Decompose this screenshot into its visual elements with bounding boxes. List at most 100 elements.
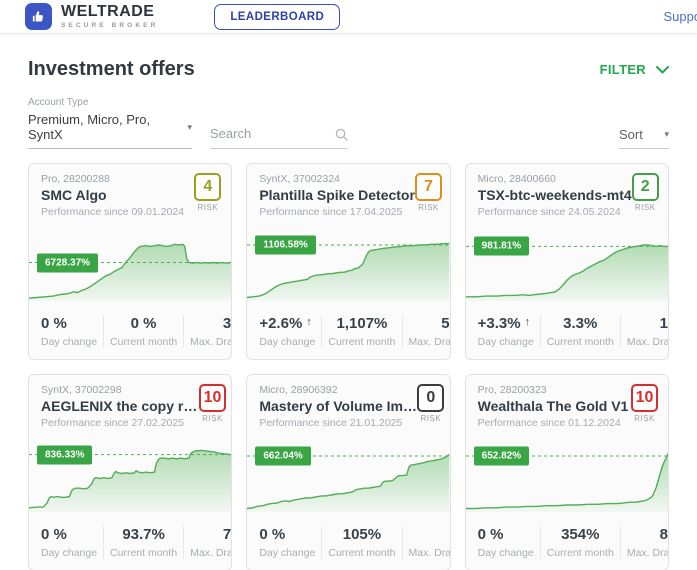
offer-title[interactable]: Mastery of Volume Impulse Fr... xyxy=(259,398,417,414)
risk-indicator: 7 RISK xyxy=(414,173,442,218)
performance-chart: 6728.37% xyxy=(29,231,232,301)
account-type-number: Pro, 28200288 xyxy=(41,173,110,185)
risk-badge: 10 xyxy=(199,384,226,412)
day-change-value: 0 %↑ xyxy=(259,526,286,543)
offer-title[interactable]: Plantilla Spike Detector xyxy=(259,187,415,203)
account-type-number: Micro, 28906392 xyxy=(259,384,338,396)
performance-since: Performance since 09.01.2024 xyxy=(41,206,185,218)
day-change-value: 0 %↑ xyxy=(477,526,504,543)
total-return-chip: 6728.37% xyxy=(37,253,99,272)
account-type-label: Account Type xyxy=(28,97,89,108)
caret-down-icon: ▾ xyxy=(187,121,192,132)
support-link[interactable]: Support xyxy=(663,9,697,24)
total-return-chip: 981.81% xyxy=(473,236,530,256)
risk-indicator: 2 RISK xyxy=(631,173,659,218)
search-icon xyxy=(335,128,348,141)
main-content: Investment offers FILTER Account Type Pr… xyxy=(0,58,697,570)
max-drawdown-value: 85.6% xyxy=(659,526,668,543)
risk-indicator: 0 RISK xyxy=(417,384,445,429)
account-type-number: Pro, 28200323 xyxy=(477,384,547,396)
offer-title[interactable]: AEGLENIX the copy revolution xyxy=(41,398,199,414)
risk-caption: RISK xyxy=(197,203,219,212)
max-drawdown-label: Max. Drawdown xyxy=(408,336,451,348)
risk-badge: 0 xyxy=(417,384,445,412)
max-drawdown-value: 35.4% xyxy=(222,315,232,332)
performance-since: Performance since 27.02.2025 xyxy=(41,417,185,429)
filter-toggle[interactable]: FILTER xyxy=(600,62,669,77)
risk-caption: RISK xyxy=(420,414,442,423)
performance-chart: 981.81% xyxy=(465,231,668,301)
day-change-label: Day change xyxy=(41,547,98,559)
day-change-label: Day change xyxy=(41,336,98,348)
performance-chart: 652.82% xyxy=(465,442,668,512)
page-title: Investment offers xyxy=(28,58,195,80)
current-month-label: Current month xyxy=(546,547,614,559)
brand-logo-icon xyxy=(25,3,52,30)
risk-caption: RISK xyxy=(418,203,439,212)
max-drawdown-label: Max. Drawdown xyxy=(190,547,233,559)
up-arrow-icon: ↑ xyxy=(524,316,531,328)
day-change-label: Day change xyxy=(259,547,316,559)
account-type-value: Premium, Micro, Pro, SyntX xyxy=(28,112,151,142)
account-type-number: SyntX, 37002298 xyxy=(41,384,122,396)
risk-caption: RISK xyxy=(202,414,223,423)
sort-select[interactable]: Sort ▾ xyxy=(619,127,669,149)
brand-logo[interactable]: WELTRADE SECURE BROKER xyxy=(25,3,158,30)
current-month-label: Current month xyxy=(110,336,178,348)
top-bar: WELTRADE SECURE BROKER LEADERBOARD Suppo… xyxy=(0,0,697,34)
offer-card[interactable]: SyntX, 37002298 AEGLENIX the copy revolu… xyxy=(28,374,233,570)
current-month-value: 105% xyxy=(342,526,382,543)
max-drawdown-label: Max. Drawdown xyxy=(626,336,669,348)
offer-card[interactable]: Pro, 28200288 SMC Algo Performance since… xyxy=(28,163,233,360)
current-month-value: 0 % xyxy=(130,315,157,332)
risk-caption: RISK xyxy=(634,414,655,423)
current-month-label: Current month xyxy=(546,336,614,348)
performance-chart: 836.33% xyxy=(29,442,232,512)
account-type-number: Micro, 28400660 xyxy=(477,173,556,185)
current-month-label: Current month xyxy=(110,547,178,559)
offer-title[interactable]: SMC Algo xyxy=(41,187,184,203)
max-drawdown-label: Max. Drawdown xyxy=(408,547,451,559)
risk-caption: RISK xyxy=(634,203,656,212)
brand-name: WELTRADE xyxy=(61,3,155,20)
max-drawdown-label: Max. Drawdown xyxy=(626,547,669,559)
max-drawdown-value: 58.1% xyxy=(441,315,450,332)
current-month-value: 354% xyxy=(561,526,600,543)
offer-title[interactable]: TSX-btc-weekends-mt4 xyxy=(478,187,632,203)
chevron-down-icon xyxy=(656,65,669,74)
day-change-value: +3.3% ↑ xyxy=(477,315,531,332)
account-type-select[interactable]: Account Type Premium, Micro, Pro, SyntX … xyxy=(28,97,192,149)
current-month-label: Current month xyxy=(328,336,396,348)
risk-badge: 7 xyxy=(414,173,442,201)
current-month-value: 93.7% xyxy=(122,526,165,543)
day-change-label: Day change xyxy=(477,547,534,559)
total-return-chip: 662.04% xyxy=(255,446,311,466)
performance-chart: 662.04% xyxy=(247,442,450,512)
offer-title[interactable]: Wealthala The Gold V1 xyxy=(478,398,629,414)
current-month-value: 1,107% xyxy=(336,315,388,332)
risk-indicator: 10 RISK xyxy=(630,384,658,429)
performance-chart: 1106.58% xyxy=(247,231,450,301)
sort-label: Sort xyxy=(619,127,643,142)
total-return-chip: 1106.58% xyxy=(255,235,316,255)
account-type-number: SyntX, 37002324 xyxy=(259,173,340,185)
search-input[interactable] xyxy=(210,122,348,149)
performance-since: Performance since 17.04.2025 xyxy=(259,206,403,218)
performance-since: Performance since 01.12.2024 xyxy=(477,417,621,429)
offer-card[interactable]: Micro, 28400660 TSX-btc-weekends-mt4 Per… xyxy=(464,163,669,360)
risk-indicator: 4 RISK xyxy=(194,173,222,218)
max-drawdown-value: 79.4% xyxy=(222,526,232,543)
caret-down-icon: ▾ xyxy=(664,129,669,139)
offer-card[interactable]: Micro, 28906392 Mastery of Volume Impuls… xyxy=(246,374,451,570)
brand-tagline: SECURE BROKER xyxy=(61,22,159,29)
offer-card[interactable]: Pro, 28200323 Wealthala The Gold V1 Perf… xyxy=(464,374,669,570)
total-return-chip: 652.82% xyxy=(473,446,530,466)
leaderboard-button[interactable]: LEADERBOARD xyxy=(214,3,341,30)
risk-badge: 2 xyxy=(631,173,659,201)
risk-badge: 10 xyxy=(630,384,658,412)
up-arrow-icon: ↑ xyxy=(306,316,312,328)
offer-card[interactable]: SyntX, 37002324 Plantilla Spike Detector… xyxy=(246,163,451,360)
max-drawdown-value: 17.1% xyxy=(659,315,668,332)
risk-indicator: 10 RISK xyxy=(199,384,226,429)
max-drawdown-label: Max. Drawdown xyxy=(190,336,233,348)
